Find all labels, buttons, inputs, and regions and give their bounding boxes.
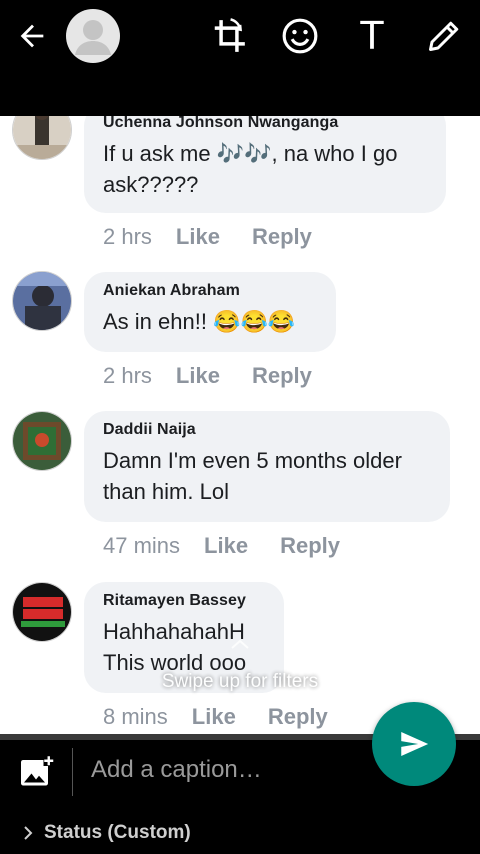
like-link[interactable]: Like — [176, 363, 220, 389]
comment-text: As in ehn!! 😂😂😂 — [103, 309, 296, 334]
reply-link[interactable]: Reply — [268, 704, 328, 730]
send-button[interactable] — [372, 702, 456, 786]
comment-bubble[interactable]: Aniekan Abraham As in ehn!! 😂😂😂 — [84, 272, 336, 352]
reply-link[interactable]: Reply — [252, 224, 312, 250]
comment-actions: 8 mins Like Reply — [103, 704, 328, 730]
separator — [72, 748, 73, 796]
comment-time: 2 hrs — [103, 224, 152, 249]
draw-button[interactable] — [422, 14, 466, 58]
comment-text: If u ask me 🎶🎶, na who I go ask????? — [103, 141, 398, 197]
comment-actions: 2 hrs Like Reply — [103, 363, 312, 389]
avatar — [12, 411, 72, 471]
crop-rotate-button[interactable] — [207, 14, 251, 58]
avatar-photo — [13, 272, 71, 330]
comment-author[interactable]: Ritamayen Bassey — [103, 592, 264, 610]
like-link[interactable]: Like — [204, 533, 248, 559]
avatar-photo — [13, 412, 71, 470]
avatar-photo — [13, 116, 71, 159]
back-button[interactable] — [10, 14, 54, 58]
avatar — [12, 582, 72, 642]
comment-time: 8 mins — [103, 704, 168, 729]
reply-link[interactable]: Reply — [252, 363, 312, 389]
pencil-icon — [429, 21, 459, 51]
status-label: Status (Custom) — [44, 822, 191, 843]
arrow-left-icon — [20, 24, 44, 48]
person-icon — [75, 20, 111, 55]
editor-toolbar: T — [0, 0, 480, 116]
text-tool-button[interactable]: T — [350, 14, 394, 58]
chevron-up-icon — [231, 639, 249, 649]
comment-time: 2 hrs — [103, 363, 152, 388]
comment-time: 47 mins — [103, 533, 181, 558]
comment-author[interactable]: Aniekan Abraham — [103, 282, 316, 300]
caption-input[interactable]: Add a caption… — [91, 756, 262, 784]
send-icon — [401, 731, 429, 757]
comment-actions: 47 mins Like Reply — [103, 533, 340, 559]
comment-author[interactable]: Daddii Naija — [103, 421, 430, 439]
avatar-photo — [13, 583, 71, 641]
recipient-avatar[interactable] — [66, 9, 120, 63]
emoji-icon — [282, 18, 318, 54]
swipe-up-hint: Swipe up for filters — [161, 671, 319, 692]
reply-link[interactable]: Reply — [280, 533, 340, 559]
crop-rotate-icon — [214, 18, 245, 52]
comment-bubble[interactable]: Uchenna Johnson Nwanganga If u ask me 🎶🎶… — [84, 116, 446, 213]
add-photo-icon — [21, 755, 54, 786]
emoji-button[interactable] — [278, 14, 322, 58]
comment-text: Damn I'm even 5 months older than him. L… — [103, 448, 402, 504]
comment-bubble[interactable]: Daddii Naija Damn I'm even 5 months olde… — [84, 411, 450, 522]
avatar — [12, 116, 72, 160]
add-media-button[interactable] — [18, 754, 54, 790]
status-privacy-selector[interactable]: Status (Custom) — [22, 822, 191, 844]
comment-actions: 2 hrs Like Reply — [103, 224, 312, 250]
like-link[interactable]: Like — [192, 704, 236, 730]
chevron-right-icon — [24, 826, 33, 840]
avatar — [12, 271, 72, 331]
like-link[interactable]: Like — [176, 224, 220, 250]
comment-author[interactable]: Uchenna Johnson Nwanganga — [103, 116, 426, 132]
text-icon: T — [360, 14, 384, 58]
